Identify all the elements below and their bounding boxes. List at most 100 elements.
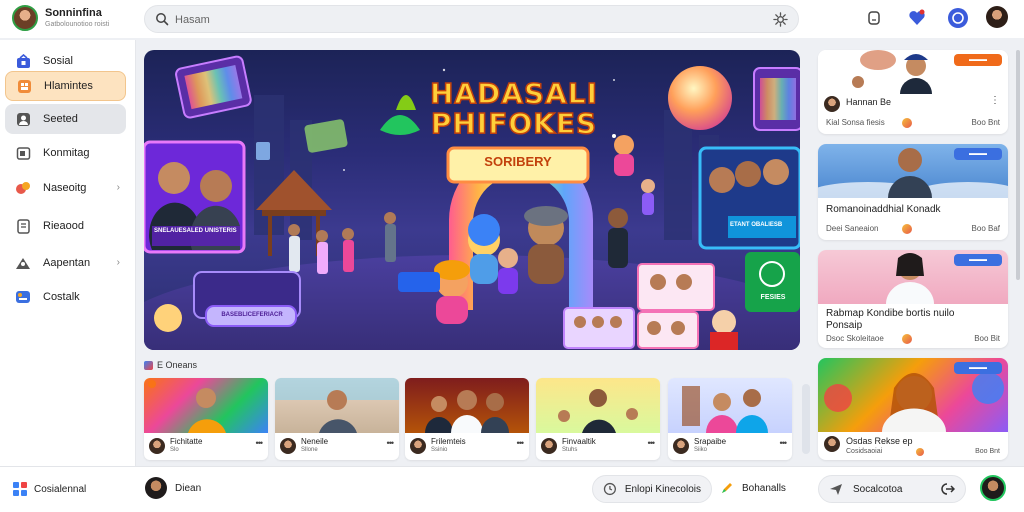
rail-card[interactable]: ▬▬▬ Romanoinaddhial Konadk Deei Saneaion… xyxy=(818,144,1008,240)
rail-meta-right: Boo Baf xyxy=(971,224,1000,233)
channel-avatar xyxy=(280,438,296,454)
hero-title: HADASALI PHIFOKES xyxy=(414,77,614,140)
send-icon xyxy=(830,484,842,495)
shelf-title: E Oneans xyxy=(157,360,198,370)
video-thumbnail xyxy=(668,378,792,433)
bottom-profile-avatar[interactable] xyxy=(980,475,1006,501)
channel-avatar xyxy=(410,438,426,454)
search-input[interactable] xyxy=(175,10,735,29)
bottom-left-label: Cosialennal xyxy=(34,483,87,495)
more-options-icon[interactable]: ••• xyxy=(517,438,525,448)
shelf-icon xyxy=(144,360,153,370)
user-avatar[interactable] xyxy=(986,6,1008,28)
hero-banner[interactable]: HADASALI PHIFOKES SORIBERY SNELAUESALED … xyxy=(144,50,800,350)
bottom-left-item[interactable]: Cosialennal xyxy=(12,481,86,497)
hero-sign: SORIBERY xyxy=(484,154,552,169)
video-card-footer: Finvaaltik Stuhs ••• xyxy=(536,433,660,460)
video-title: Finvaaltik xyxy=(562,437,596,446)
video-title: Fichitatte xyxy=(170,437,203,446)
gear-icon[interactable] xyxy=(773,12,788,27)
rail-meta-right: Boo Bnt xyxy=(975,448,1000,455)
exit-icon[interactable] xyxy=(939,482,955,496)
notifications-icon[interactable] xyxy=(862,6,886,30)
hero-green-label: FESIES xyxy=(760,294,786,301)
reaction-icon xyxy=(902,334,912,344)
rail-meta: Cosidsaoiai xyxy=(846,448,883,455)
more-options-icon[interactable]: ••• xyxy=(648,438,656,448)
sidebar-item-label: Seeted xyxy=(43,113,78,125)
sidebar-item-naseoitg[interactable]: Naseoitg › xyxy=(5,173,126,203)
video-subtitle: Ssinio xyxy=(431,447,448,453)
bottom-user-label: Diean xyxy=(175,482,202,494)
rail-meta: Dsoc Skoleitaoe xyxy=(826,334,884,343)
channel-avatar xyxy=(824,96,840,112)
bottom-user-avatar xyxy=(145,477,167,499)
sidebar-item-konmitag[interactable]: Konmitag xyxy=(5,138,126,168)
rail-title: Rabmap Kondibe bortis nuilo xyxy=(826,308,955,319)
rail-meta: Deei Saneaion xyxy=(826,224,879,233)
bottom-pill-label: Enlopi Kinecolois xyxy=(624,483,701,495)
video-card[interactable]: Neneile Sllone ••• xyxy=(275,378,399,460)
rail-card[interactable]: ▬▬▬ Osdas Rekse ep Cosidsaoiai Boo Bnt xyxy=(818,358,1008,460)
page-scrollbar-thumb[interactable] xyxy=(1016,50,1020,280)
bottom-user-item[interactable]: Diean xyxy=(145,477,201,499)
document-icon xyxy=(15,218,31,234)
video-subtitle: Stuhs xyxy=(562,447,578,453)
more-options-icon[interactable]: ••• xyxy=(387,438,395,448)
rail-card[interactable]: ▬▬▬ Rabmap Kondibe bortis nuilo Ponsaip … xyxy=(818,250,1008,348)
tv-icon xyxy=(15,145,31,161)
more-options-icon[interactable]: ⋮ xyxy=(990,95,1000,106)
video-subtitle: Slo xyxy=(170,447,179,453)
sidebar-item-hlamintes[interactable]: Hlamintes xyxy=(5,71,126,101)
sidebar-item-rieaood[interactable]: Rieaood xyxy=(5,211,126,241)
reaction-icon xyxy=(902,224,912,234)
bottom-pill-button[interactable]: Enlopi Kinecolois xyxy=(592,475,712,503)
live-badge: ▬▬▬ xyxy=(954,148,1002,160)
video-card[interactable]: Frilemteis Ssinio ••• xyxy=(405,378,529,460)
hero-title-line2: PHIFOKES xyxy=(430,107,598,140)
hero-title-line1: HADASALI xyxy=(429,77,599,110)
video-card-footer: Srapaibe Siiko ••• xyxy=(668,433,792,460)
reaction-icon xyxy=(902,118,912,128)
bottom-search-label: Socalcotoa xyxy=(853,483,903,495)
shelf-scrollbar[interactable] xyxy=(802,384,810,454)
sidebar-item-label: Sosial xyxy=(43,55,73,67)
brand-text: Sonninfina Gatbolounotioo roisti xyxy=(45,8,109,29)
channel-avatar xyxy=(541,438,557,454)
rail-title: Hannan Be xyxy=(846,97,892,107)
reaction-icon xyxy=(916,448,924,456)
rail-card[interactable]: ▬▬▬ Hannan Be ⋮ Kial Sonsa fiesis Boo Bn… xyxy=(818,50,1008,134)
chevron-right-icon: › xyxy=(116,257,120,268)
brand[interactable]: Sonninfina Gatbolounotioo roisti xyxy=(12,5,109,31)
home-icon xyxy=(15,53,31,69)
person-icon xyxy=(15,111,31,127)
sidebar-item-costalk[interactable]: Costalk xyxy=(5,282,126,312)
favorites-icon[interactable] xyxy=(905,6,929,30)
messages-icon[interactable] xyxy=(946,6,970,30)
rail-meta: Kial Sonsa fiesis xyxy=(826,118,885,127)
search-bar[interactable] xyxy=(144,5,799,33)
video-card[interactable]: Finvaaltik Stuhs ••• xyxy=(536,378,660,460)
rail-meta-right: Boo Bnt xyxy=(971,118,1000,127)
bottom-search-pill[interactable]: Socalcotoa xyxy=(818,475,966,503)
video-thumbnail xyxy=(144,378,268,433)
more-options-icon[interactable]: ••• xyxy=(780,438,788,448)
live-badge: ▬▬▬ xyxy=(954,362,1002,374)
grid-icon xyxy=(16,78,32,94)
video-card-footer: Fichitatte Slo ••• xyxy=(144,433,268,460)
chevron-right-icon: › xyxy=(116,182,120,193)
sidebar-item-aapentan[interactable]: Aapentan › xyxy=(5,248,126,278)
sidebar: Sosial Hlamintes Seeted Konmitag Naseoit… xyxy=(0,40,136,466)
channel-avatar xyxy=(673,438,689,454)
rail-meta-right: Boo Bit xyxy=(974,334,1000,343)
more-options-icon[interactable]: ••• xyxy=(256,438,264,448)
channel-avatar xyxy=(824,436,840,452)
video-card[interactable]: Fichitatte Slo ••• xyxy=(144,378,268,460)
sidebar-item-label: Naseoitg xyxy=(43,182,87,194)
video-thumbnail xyxy=(536,378,660,433)
video-title: Frilemteis xyxy=(431,437,466,446)
sidebar-item-seeted[interactable]: Seeted xyxy=(5,104,126,134)
rail-title: Romanoinaddhial Konadk xyxy=(826,204,941,215)
video-card[interactable]: Srapaibe Siiko ••• xyxy=(668,378,792,460)
bottom-mid-item[interactable]: Bohanalls xyxy=(720,481,786,495)
